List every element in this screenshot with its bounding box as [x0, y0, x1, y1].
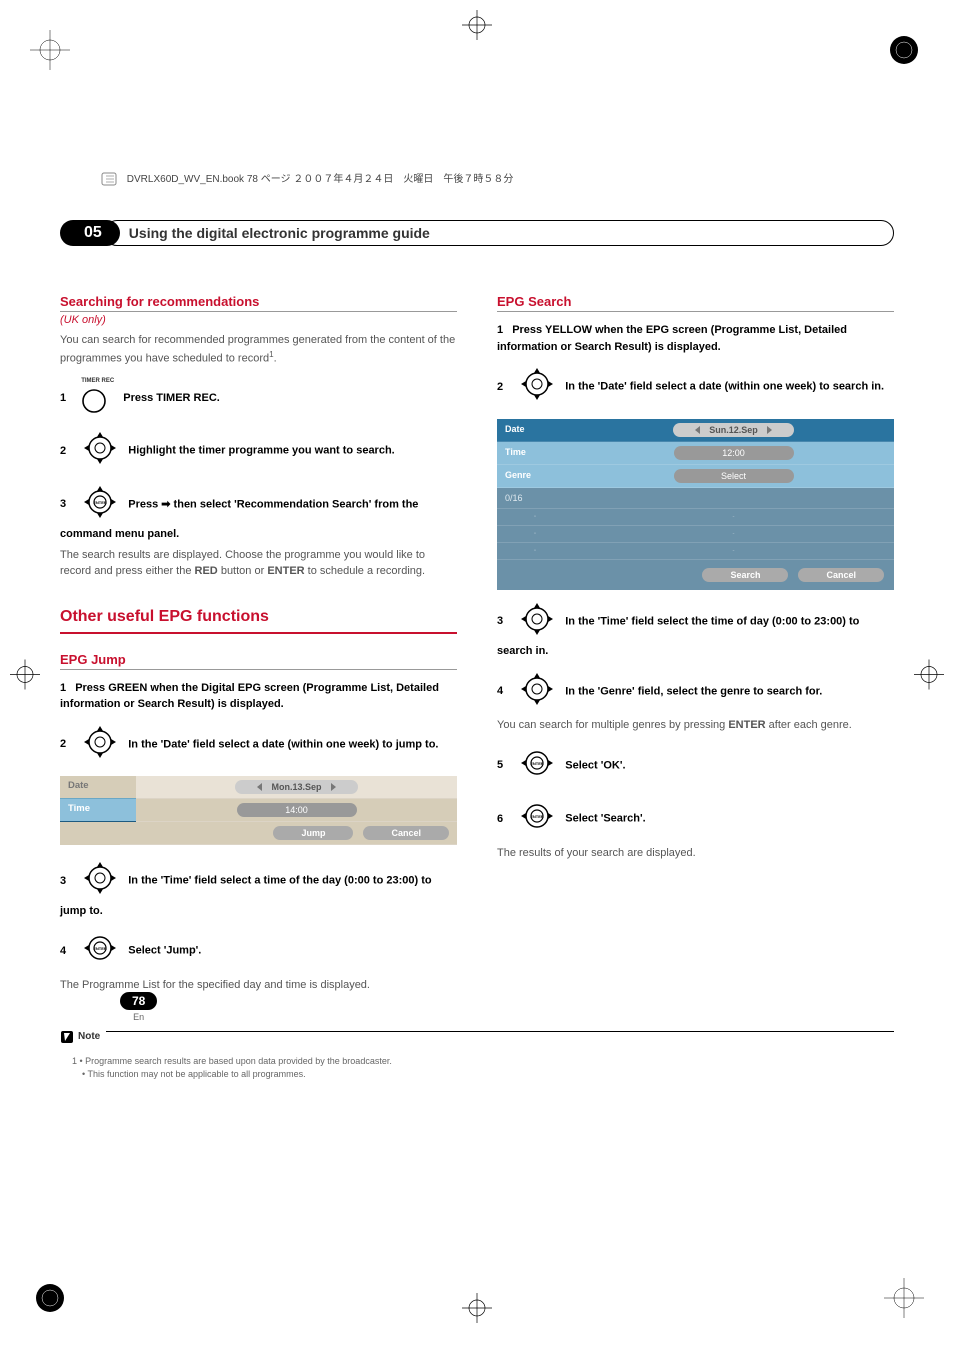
search-date-field: Sun.12.Sep [673, 423, 794, 437]
arrow-right-icon [328, 782, 338, 792]
search-step-5: 5 ENTER Select 'OK'. [497, 744, 894, 788]
search-genre-field: Select [674, 469, 794, 483]
cancel-button: Cancel [798, 568, 884, 582]
search-step-6-desc: The results of your search are displayed… [497, 845, 894, 862]
search-step-2: 2 In the 'Date' field select a date (wit… [497, 365, 894, 409]
step-1: 1 TIMER REC Press TIMER REC. [60, 377, 457, 420]
page-number-badge: 78 En [120, 992, 157, 1022]
step-3-desc: The search results are displayed. Choose… [60, 547, 457, 580]
search-date-label: Date [497, 419, 573, 441]
search-step-4: 4 In the 'Genre' field, select the genre… [497, 670, 894, 714]
search-step-3: 3 In the 'Time' field select the time of… [497, 600, 894, 660]
search-step-4-desc: You can search for multiple genres by pr… [497, 717, 894, 734]
page-number: 78 [120, 992, 157, 1010]
arrow-right-icon [764, 425, 774, 435]
intro-text: You can search for recommended programme… [60, 332, 457, 367]
search-step-1: 1 Press YELLOW when the EPG screen (Prog… [497, 322, 894, 355]
timer-rec-button-icon [81, 388, 107, 414]
enter-button-icon: ENTER [518, 744, 556, 782]
chapter-bar: 05 Using the digital electronic programm… [60, 220, 894, 246]
other-functions-heading: Other useful EPG functions [60, 608, 457, 626]
arrow-left-icon [255, 782, 265, 792]
jump-step-1: 1 Press GREEN when the Digital EPG scree… [60, 680, 457, 713]
dpad-icon [518, 600, 556, 638]
note-icon [60, 1030, 74, 1044]
search-button: Search [702, 568, 788, 582]
jump-time-field: 14:00 [136, 799, 457, 822]
footnote-1: 1 • Programme search results are based u… [60, 1055, 894, 1069]
dpad-icon [81, 859, 119, 897]
search-table: Date Sun.12.Sep Time 12:00 Genre [497, 419, 894, 590]
search-time-label: Time [497, 442, 573, 464]
uk-only-label: (UK only) [60, 314, 457, 326]
jump-date-label: Date [60, 776, 136, 799]
jump-table: Date Mon.13.Sep Time 14:00 [60, 776, 457, 845]
registration-mark-icon [462, 1293, 492, 1326]
jump-step-4: 4 ENTER Select 'Jump'. [60, 929, 457, 973]
footnote-2: • This function may not be applicable to… [60, 1068, 894, 1082]
jump-step-2: 2 In the 'Date' field select a date (wit… [60, 723, 457, 767]
svg-text:ENTER: ENTER [530, 814, 544, 819]
arrow-left-icon [693, 425, 703, 435]
dpad-icon [81, 723, 119, 761]
jump-button: Jump [273, 826, 353, 840]
step-3: 3 ENTER Press ➡ then select 'Recommendat… [60, 483, 457, 543]
right-arrow-icon: ➡ [161, 498, 170, 510]
chapter-number: 05 [60, 220, 120, 246]
step-2: 2 Highlight the timer programme you want… [60, 429, 457, 473]
search-step-6: 6 ENTER Select 'Search'. [497, 797, 894, 841]
cancel-button: Cancel [363, 826, 449, 840]
jump-time-label: Time [60, 799, 136, 822]
note-label: Note [60, 1030, 106, 1044]
crop-mark-icon [30, 1278, 70, 1321]
crop-mark-icon [884, 1278, 924, 1321]
page-lang: En [120, 1012, 157, 1022]
svg-text:ENTER: ENTER [93, 946, 107, 951]
search-time-field: 12:00 [674, 446, 794, 460]
enter-button-icon: ENTER [518, 797, 556, 835]
jump-date-field: Mon.13.Sep [136, 776, 457, 799]
enter-button-icon: ENTER [81, 929, 119, 967]
dpad-enter-icon: ENTER [81, 483, 119, 521]
jump-step-3: 3 In the 'Time' field select a time of t… [60, 859, 457, 919]
svg-text:ENTER: ENTER [530, 761, 544, 766]
dpad-icon [518, 670, 556, 708]
section-heading: Searching for recommendations [60, 294, 457, 309]
dpad-icon [81, 429, 119, 467]
search-count: 0/16 [497, 488, 573, 508]
epg-jump-heading: EPG Jump [60, 652, 457, 667]
epg-search-heading: EPG Search [497, 294, 894, 309]
dpad-icon [518, 365, 556, 403]
timer-rec-label: TIMER REC [81, 377, 114, 386]
svg-text:ENTER: ENTER [93, 500, 107, 505]
chapter-title: Using the digital electronic programme g… [104, 220, 894, 246]
search-genre-label: Genre [497, 465, 573, 487]
